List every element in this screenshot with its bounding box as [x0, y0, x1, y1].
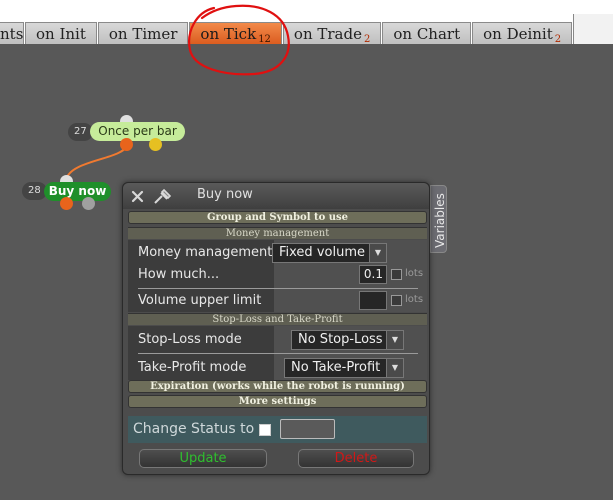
node-output-dot-orange[interactable]: [60, 197, 73, 210]
how-much-input[interactable]: 0.1: [359, 265, 387, 284]
tp-mode-select[interactable]: No Take-Profit ▼: [284, 358, 404, 378]
tab-on-deinit[interactable]: on Deinit 2: [472, 22, 573, 46]
volume-upper-checkbox[interactable]: [391, 295, 402, 306]
chevron-down-icon[interactable]: ▼: [386, 359, 403, 377]
change-status-row: Change Status to: [128, 416, 427, 443]
volume-upper-label: Volume upper limit: [138, 293, 262, 308]
money-management-label: Money management: [138, 245, 273, 260]
chevron-down-icon[interactable]: ▼: [369, 244, 386, 262]
variables-tab[interactable]: Variables: [430, 185, 447, 253]
sl-tp-group: Stop-Loss mode No Stop-Loss ▼ Take-Profi…: [128, 326, 427, 380]
node-label: Buy now: [44, 182, 111, 201]
how-much-label: How much...: [138, 267, 220, 282]
node-label: Once per bar: [90, 122, 185, 141]
node-output-dot-grey[interactable]: [82, 197, 95, 210]
tab-on-tick[interactable]: on Tick 12: [189, 22, 282, 46]
chevron-down-icon[interactable]: ▼: [386, 331, 403, 349]
change-status-checkbox[interactable]: [259, 424, 271, 436]
delete-button[interactable]: Delete: [298, 449, 414, 468]
tp-mode-label: Take-Profit mode: [138, 360, 247, 375]
sl-mode-label: Stop-Loss mode: [138, 332, 242, 347]
section-group-symbol[interactable]: Group and Symbol to use: [128, 211, 427, 224]
update-button[interactable]: Update: [139, 449, 267, 468]
pin-icon[interactable]: [153, 187, 175, 205]
top-strip: [0, 0, 613, 14]
section-money-management: Money management: [128, 227, 427, 239]
divider: [138, 353, 418, 354]
money-management-group: Money management Fixed volume ▼ How much…: [128, 240, 427, 312]
how-much-unit: lots: [405, 268, 424, 279]
node-output-dot-yellow[interactable]: [149, 138, 162, 151]
tab-on-timer[interactable]: on Timer: [97, 22, 189, 46]
volume-upper-input[interactable]: [359, 291, 387, 310]
how-much-checkbox[interactable]: [391, 269, 402, 280]
sl-mode-select[interactable]: No Stop-Loss ▼: [291, 330, 404, 350]
section-sl-tp: Stop-Loss and Take-Profit: [128, 313, 427, 325]
canvas-top-edge: [0, 44, 613, 52]
section-expiration[interactable]: Expiration (works while the robot is run…: [128, 380, 427, 393]
volume-upper-unit: lots: [405, 294, 424, 305]
node-output-dot-orange[interactable]: [120, 138, 133, 151]
block-properties-dialog: Buy now Group and Symbol to use Money ma…: [122, 182, 430, 475]
tab-on-chart[interactable]: on Chart: [382, 22, 472, 46]
money-management-select[interactable]: Fixed volume ▼: [272, 243, 387, 263]
dialog-title: Buy now: [197, 187, 253, 202]
event-tabs: nts on Init on Timer on Tick 12 on Trade 2…: [0, 22, 573, 46]
change-status-label: Change Status to: [133, 421, 255, 437]
dialog-header[interactable]: Buy now: [123, 183, 429, 209]
close-icon[interactable]: [131, 190, 144, 203]
tab-events[interactable]: nts: [0, 22, 24, 46]
change-status-input[interactable]: [280, 419, 335, 439]
tab-on-trade[interactable]: on Trade 2: [282, 22, 382, 46]
divider: [138, 288, 418, 289]
tab-on-init[interactable]: on Init: [25, 22, 97, 46]
section-more-settings[interactable]: More settings: [128, 395, 427, 408]
